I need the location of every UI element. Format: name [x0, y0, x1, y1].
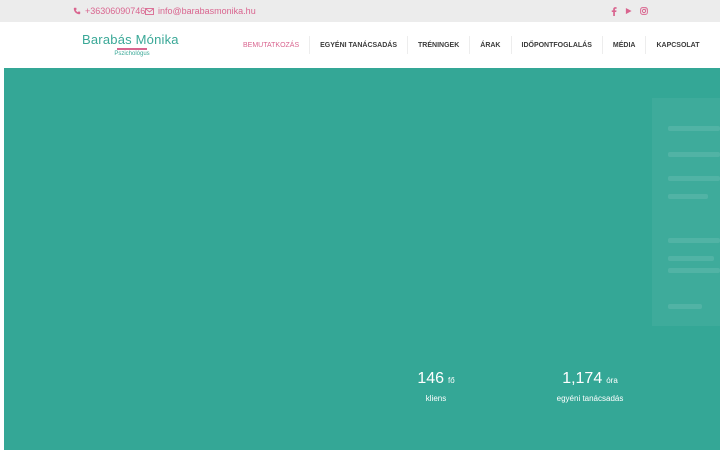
stat-unit: óra: [606, 376, 618, 385]
nav-item-arak[interactable]: ÁRAK: [470, 36, 512, 54]
top-bar: +36306090746 info@barabasmonika.hu: [0, 0, 720, 22]
main-nav: BEMUTATKOZÁS EGYÉNI TANÁCSADÁS TRÉNINGEK…: [233, 22, 710, 68]
social-links: [611, 0, 648, 22]
faded-side-panel: [652, 98, 720, 326]
faded-line: [668, 238, 720, 243]
faded-line: [668, 268, 720, 273]
stat-number: 146: [417, 370, 445, 387]
envelope-icon: [145, 7, 154, 15]
logo-subtitle: Pszichológus: [114, 51, 150, 57]
phone-link[interactable]: +36306090746: [73, 0, 145, 22]
youtube-icon[interactable]: [625, 7, 632, 15]
nav-item-bemutatkozas[interactable]: BEMUTATKOZÁS: [233, 36, 311, 54]
email-link[interactable]: info@barabasmonika.hu: [145, 0, 256, 22]
stat-number: 1,174: [562, 370, 603, 387]
stat-hours: 1,174 óra egyéni tanácsadás: [542, 370, 638, 403]
hero-section: 146 fő kliens 1,174 óra egyéni tanácsadá…: [4, 68, 720, 450]
instagram-icon[interactable]: [640, 7, 648, 15]
faded-line: [668, 304, 702, 309]
email-address: info@barabasmonika.hu: [158, 6, 256, 16]
faded-line: [668, 176, 720, 181]
faded-line: [668, 256, 714, 261]
nav-item-egyeni-tanacsadas[interactable]: EGYÉNI TANÁCSADÁS: [310, 36, 409, 54]
phone-number: +36306090746: [85, 6, 146, 16]
phone-icon: [73, 7, 81, 15]
logo-underline: [117, 48, 147, 50]
nav-item-kapcsolat[interactable]: KAPCSOLAT: [646, 36, 709, 54]
stat-unit: fő: [448, 376, 455, 385]
faded-line: [668, 126, 720, 131]
stat-label: kliens: [425, 394, 447, 403]
stat-clients: 146 fő kliens: [394, 370, 478, 403]
nav-item-treningek[interactable]: TRÉNINGEK: [408, 36, 471, 54]
faded-line: [668, 152, 720, 157]
nav-item-media[interactable]: MÉDIA: [603, 36, 647, 54]
faded-line: [668, 194, 708, 199]
logo-name: Barabás Mónika: [82, 32, 179, 47]
stat-label: egyéni tanácsadás: [556, 394, 624, 403]
nav-item-idopontfoglalas[interactable]: IDŐPONTFOGLALÁS: [512, 36, 603, 54]
facebook-icon[interactable]: [611, 6, 617, 16]
site-header: Barabás Mónika Pszichológus BEMUTATKOZÁS…: [0, 22, 720, 68]
